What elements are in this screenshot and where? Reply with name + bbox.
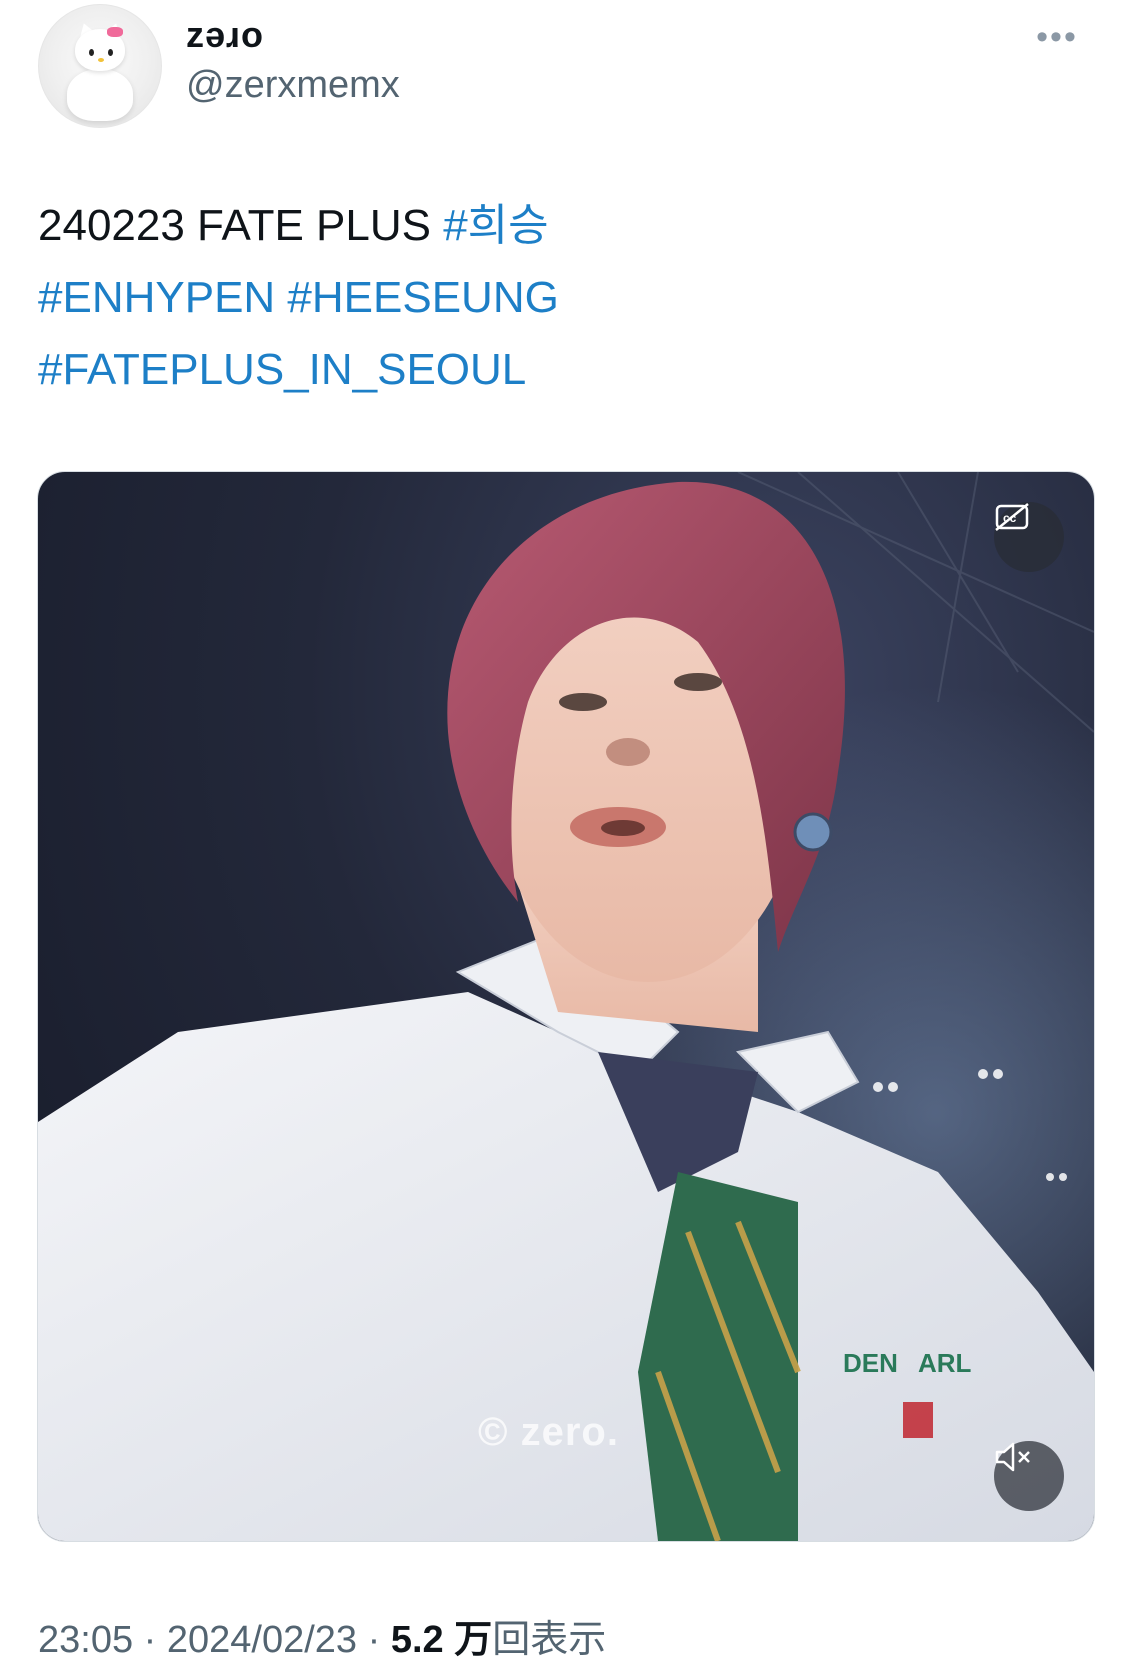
meta-separator: · bbox=[133, 1619, 167, 1661]
tweet-meta: 23:05 · 2024/02/23 · 5.2 万回表示 bbox=[38, 1608, 606, 1663]
tweet-line-3: #FATEPLUS_IN_SEOUL bbox=[38, 334, 1088, 406]
avatar-figure-eye bbox=[89, 49, 94, 56]
more-options-button[interactable]: ••• bbox=[1027, 18, 1087, 56]
mute-button[interactable] bbox=[994, 1441, 1064, 1511]
shirt-text-2: ARL bbox=[918, 1348, 972, 1378]
captions-off-icon: cc bbox=[995, 503, 1029, 531]
volume-muted-icon bbox=[995, 1442, 1030, 1472]
tweet-line-2: #ENHYPEN #HEESEUNG bbox=[38, 262, 1088, 334]
author-display-name[interactable]: zəɹo bbox=[186, 14, 264, 56]
avatar-figure-body bbox=[67, 69, 133, 121]
hashtag-link[interactable]: #FATEPLUS_IN_SEOUL bbox=[38, 345, 526, 394]
more-dots-icon: ••• bbox=[1036, 17, 1078, 56]
tweet-line-1: 240223 FATE PLUS #희승 bbox=[38, 190, 1088, 262]
hashtag-link[interactable]: #ENHYPEN bbox=[38, 273, 275, 322]
tweet-body: 240223 FATE PLUS #희승 #ENHYPEN #HEESEUNG … bbox=[38, 190, 1088, 406]
video-watermark: © zero. bbox=[478, 1410, 619, 1454]
captions-button[interactable]: cc bbox=[994, 502, 1064, 572]
avatar-figure-nose bbox=[98, 58, 104, 62]
tweet-detail-page: zəɹo @zerxmemx ••• 240223 FATE PLUS #희승 … bbox=[0, 0, 1125, 1667]
avatar-figure-bow bbox=[107, 27, 123, 37]
views-count[interactable]: 5.2 万 bbox=[391, 1619, 492, 1661]
tweet-text: 240223 FATE PLUS bbox=[38, 201, 444, 250]
video-frame: DEN ARL bbox=[38, 472, 1094, 1541]
avatar-figure-eye bbox=[108, 49, 113, 56]
hashtag-link[interactable]: #HEESEUNG bbox=[287, 273, 558, 322]
views-label: 回表示 bbox=[492, 1619, 607, 1661]
tweet-date[interactable]: 2024/02/23 bbox=[167, 1619, 357, 1661]
hashtag-link[interactable]: #희승 bbox=[443, 201, 548, 250]
author-avatar[interactable] bbox=[38, 4, 162, 128]
video-player[interactable]: DEN ARL cc bbox=[37, 471, 1095, 1542]
shirt-text-1: DEN bbox=[843, 1348, 898, 1378]
author-handle[interactable]: @zerxmemx bbox=[186, 64, 400, 107]
tweet-time[interactable]: 23:05 bbox=[38, 1619, 133, 1661]
meta-separator: · bbox=[357, 1619, 391, 1661]
